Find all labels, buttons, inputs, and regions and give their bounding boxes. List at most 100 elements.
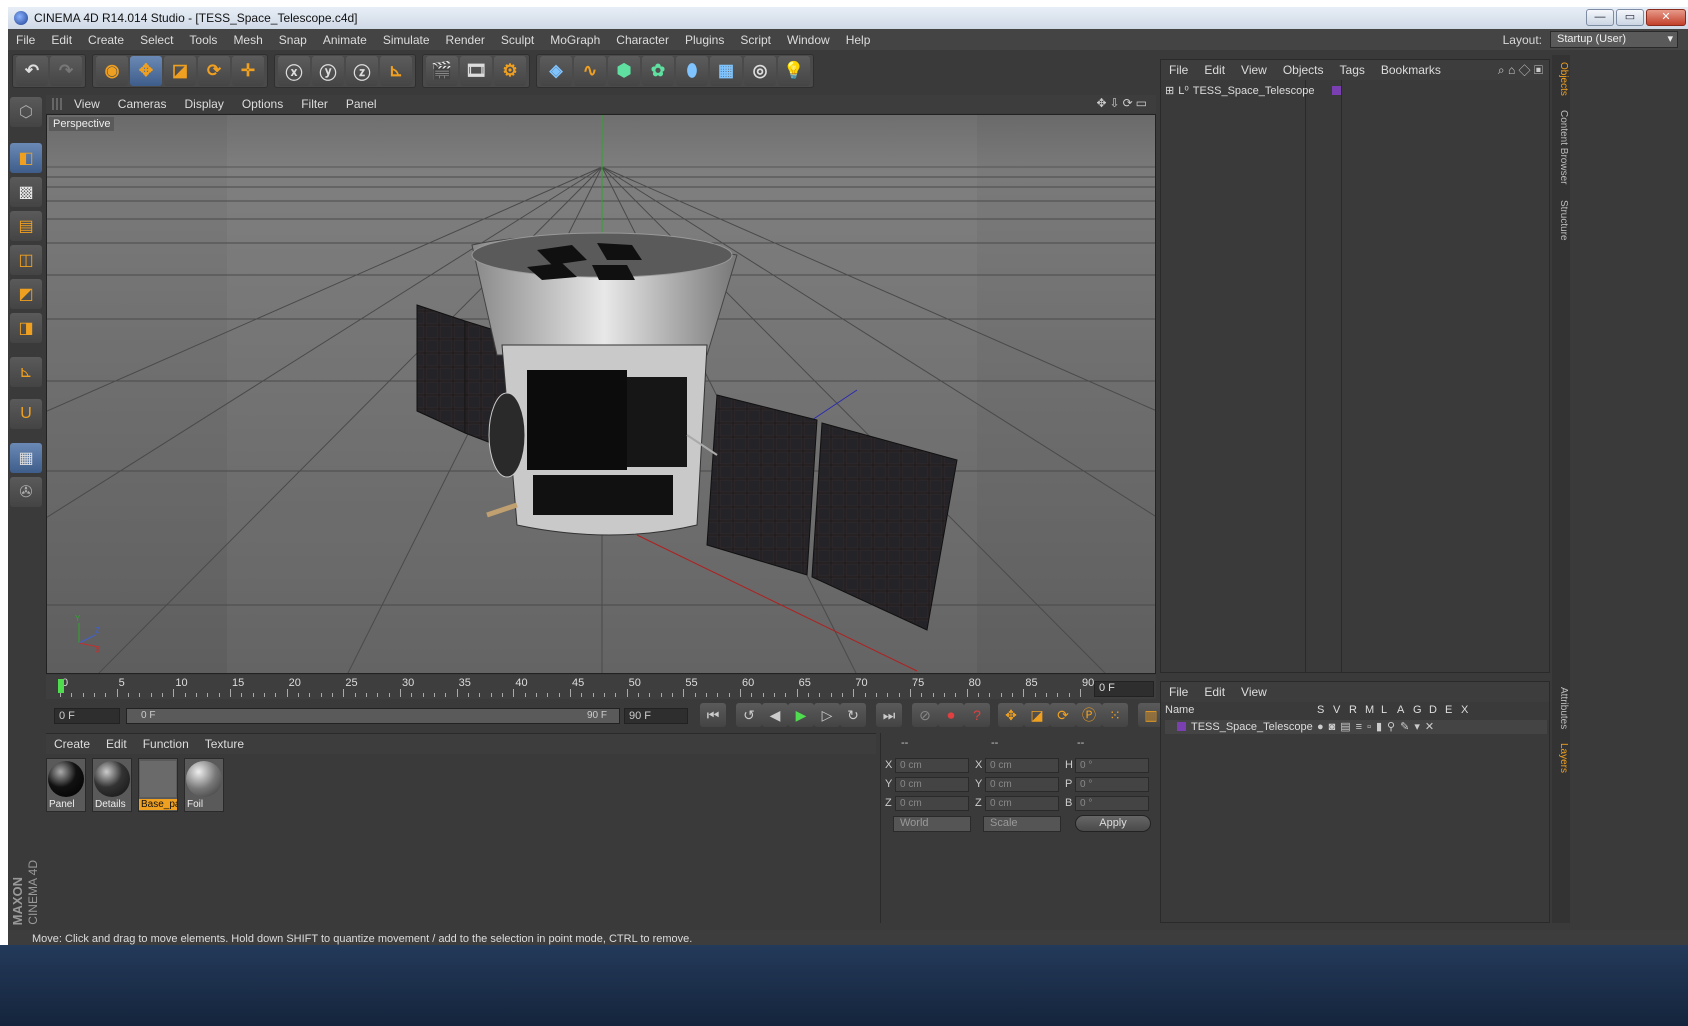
mat-menu-create[interactable]: Create bbox=[46, 737, 98, 751]
menu-help[interactable]: Help bbox=[838, 33, 879, 47]
menu-mograph[interactable]: MoGraph bbox=[542, 33, 608, 47]
menu-select[interactable]: Select bbox=[132, 33, 181, 47]
minimize-button[interactable]: — bbox=[1586, 9, 1614, 26]
menu-mesh[interactable]: Mesh bbox=[225, 33, 270, 47]
obj-menu-edit[interactable]: Edit bbox=[1196, 63, 1233, 77]
redo-icon[interactable]: ↷ bbox=[50, 56, 82, 86]
vp-menu-display[interactable]: Display bbox=[176, 97, 231, 111]
playhead-marker[interactable] bbox=[58, 679, 64, 693]
obj-menu-file[interactable]: File bbox=[1161, 63, 1196, 77]
vp-menu-panel[interactable]: Panel bbox=[338, 97, 385, 111]
recent-tools-icon[interactable]: ✛ bbox=[232, 56, 264, 86]
menu-tools[interactable]: Tools bbox=[181, 33, 225, 47]
menu-sculpt[interactable]: Sculpt bbox=[493, 33, 542, 47]
tab-objects[interactable]: Objects bbox=[1553, 59, 1569, 99]
timeline-ruler[interactable]: 0 5 10 15 20 25 30 35 40 45 50 55 60 65 70 75 80 85 90 0 F bbox=[46, 675, 1156, 699]
layer-menu-file[interactable]: File bbox=[1161, 685, 1196, 699]
previous-key-icon[interactable]: ↺ bbox=[736, 703, 762, 727]
tab-structure[interactable]: Structure bbox=[1553, 195, 1569, 245]
material-details[interactable]: Details bbox=[92, 758, 132, 812]
texture-mode-icon[interactable]: ▩ bbox=[10, 177, 42, 207]
menu-animate[interactable]: Animate bbox=[315, 33, 375, 47]
tab-layers[interactable]: Layers bbox=[1553, 739, 1569, 777]
panel-grip-icon[interactable] bbox=[52, 98, 64, 110]
rotation-p-field[interactable]: 0 ° bbox=[1075, 777, 1149, 792]
key-parameter-icon[interactable]: Ⓟ bbox=[1076, 703, 1102, 727]
subdivision-surface-icon[interactable]: ⬢ bbox=[608, 56, 640, 86]
key-position-icon[interactable]: ✥ bbox=[998, 703, 1024, 727]
mat-menu-texture[interactable]: Texture bbox=[197, 737, 252, 751]
material-panel[interactable]: Panel bbox=[46, 758, 86, 812]
viewport-camera-label[interactable]: Perspective bbox=[49, 117, 115, 131]
menu-create[interactable]: Create bbox=[80, 33, 132, 47]
size-z-field[interactable]: 0 cm bbox=[985, 796, 1059, 811]
key-scale-icon[interactable]: ◪ bbox=[1024, 703, 1050, 727]
keyframe-selection-icon[interactable]: ? bbox=[964, 703, 990, 727]
array-icon[interactable]: ✿ bbox=[642, 56, 674, 86]
vp-menu-view[interactable]: View bbox=[66, 97, 108, 111]
material-foil[interactable]: Foil bbox=[184, 758, 224, 812]
camera-icon[interactable]: ◎ bbox=[744, 56, 776, 86]
position-z-field[interactable]: 0 cm bbox=[895, 796, 969, 811]
play-icon[interactable]: ▶ bbox=[788, 703, 814, 727]
layer-color-tag[interactable] bbox=[1332, 86, 1342, 95]
menu-script[interactable]: Script bbox=[732, 33, 779, 47]
render-settings-icon[interactable]: ⚙ bbox=[494, 56, 526, 86]
obj-menu-view[interactable]: View bbox=[1233, 63, 1275, 77]
object-name[interactable]: TESS_Space_Telescope bbox=[1193, 85, 1315, 97]
polygons-mode-icon[interactable]: ◨ bbox=[10, 313, 42, 343]
size-x-field[interactable]: 0 cm bbox=[985, 758, 1059, 773]
move-tool-icon[interactable]: ✥ bbox=[130, 56, 162, 86]
obj-menu-objects[interactable]: Objects bbox=[1275, 63, 1332, 77]
end-frame-field[interactable]: 90 F bbox=[624, 708, 688, 724]
floor-icon[interactable]: ▦ bbox=[710, 56, 742, 86]
magnet-snap-icon[interactable]: U bbox=[10, 399, 42, 429]
obj-menu-tags[interactable]: Tags bbox=[1332, 63, 1373, 77]
cube-primitive-icon[interactable]: ◈ bbox=[540, 56, 572, 86]
render-to-picture-viewer-icon[interactable]: 🎞 bbox=[460, 56, 492, 86]
menu-snap[interactable]: Snap bbox=[271, 33, 315, 47]
key-point-level-icon[interactable]: ⁙ bbox=[1102, 703, 1128, 727]
coordinate-system-icon[interactable]: ⊾ bbox=[380, 56, 412, 86]
coord-space-select[interactable]: World bbox=[893, 816, 971, 832]
viewport-navigation-icons[interactable]: ✥⇩⟳▭ bbox=[1096, 96, 1150, 110]
mat-menu-edit[interactable]: Edit bbox=[98, 737, 135, 751]
spline-pen-icon[interactable]: ∿ bbox=[574, 56, 606, 86]
model-mode-icon[interactable]: ◧ bbox=[10, 143, 42, 173]
live-selection-icon[interactable]: ◉ bbox=[96, 56, 128, 86]
expand-icon[interactable]: ⊞ bbox=[1165, 84, 1174, 97]
scale-tool-icon[interactable]: ◪ bbox=[164, 56, 196, 86]
layer-row[interactable]: TESS_Space_Telescope ●◙▤≡▫▮⚲✎▾✕ bbox=[1165, 720, 1547, 734]
menu-edit[interactable]: Edit bbox=[43, 33, 80, 47]
object-row[interactable]: ⊞ L⁰ TESS_Space_Telescope bbox=[1165, 84, 1342, 97]
workplane-lock-icon[interactable]: ▦ bbox=[10, 443, 42, 473]
record-keys-icon[interactable]: ⊘ bbox=[912, 703, 938, 727]
frame-range-slider[interactable]: 0 F 90 F bbox=[126, 708, 620, 724]
next-frame-icon[interactable]: ▷ bbox=[814, 703, 840, 727]
menu-render[interactable]: Render bbox=[438, 33, 493, 47]
mat-menu-function[interactable]: Function bbox=[135, 737, 197, 751]
tab-content-browser[interactable]: Content Browser bbox=[1553, 107, 1569, 187]
deformer-icon[interactable]: ⬮ bbox=[676, 56, 708, 86]
close-button[interactable]: ✕ bbox=[1646, 9, 1686, 26]
key-rotation-icon[interactable]: ⟳ bbox=[1050, 703, 1076, 727]
layer-flag-icons[interactable]: ●◙▤≡▫▮⚲✎▾✕ bbox=[1317, 720, 1439, 733]
edges-mode-icon[interactable]: ◩ bbox=[10, 279, 42, 309]
rotate-tool-icon[interactable]: ⟳ bbox=[198, 56, 230, 86]
previous-frame-icon[interactable]: ◀ bbox=[762, 703, 788, 727]
layout-select[interactable]: Startup (User) bbox=[1550, 31, 1678, 48]
menu-character[interactable]: Character bbox=[608, 33, 677, 47]
planar-workplane-icon[interactable]: ✇ bbox=[10, 477, 42, 507]
vp-menu-filter[interactable]: Filter bbox=[293, 97, 336, 111]
next-key-icon[interactable]: ↻ bbox=[840, 703, 866, 727]
layer-menu-edit[interactable]: Edit bbox=[1196, 685, 1233, 699]
render-view-icon[interactable]: 🎬 bbox=[426, 56, 458, 86]
perspective-viewport[interactable]: Y Z X Perspective bbox=[46, 114, 1156, 674]
layer-color-swatch[interactable] bbox=[1177, 722, 1186, 731]
menu-file[interactable]: File bbox=[8, 33, 43, 47]
size-y-field[interactable]: 0 cm bbox=[985, 777, 1059, 792]
menu-plugins[interactable]: Plugins bbox=[677, 33, 732, 47]
position-y-field[interactable]: 0 cm bbox=[895, 777, 969, 792]
vp-menu-cameras[interactable]: Cameras bbox=[110, 97, 175, 111]
search-icon[interactable]: ⌕ ⌂ ◇ ▣ bbox=[1498, 63, 1549, 78]
